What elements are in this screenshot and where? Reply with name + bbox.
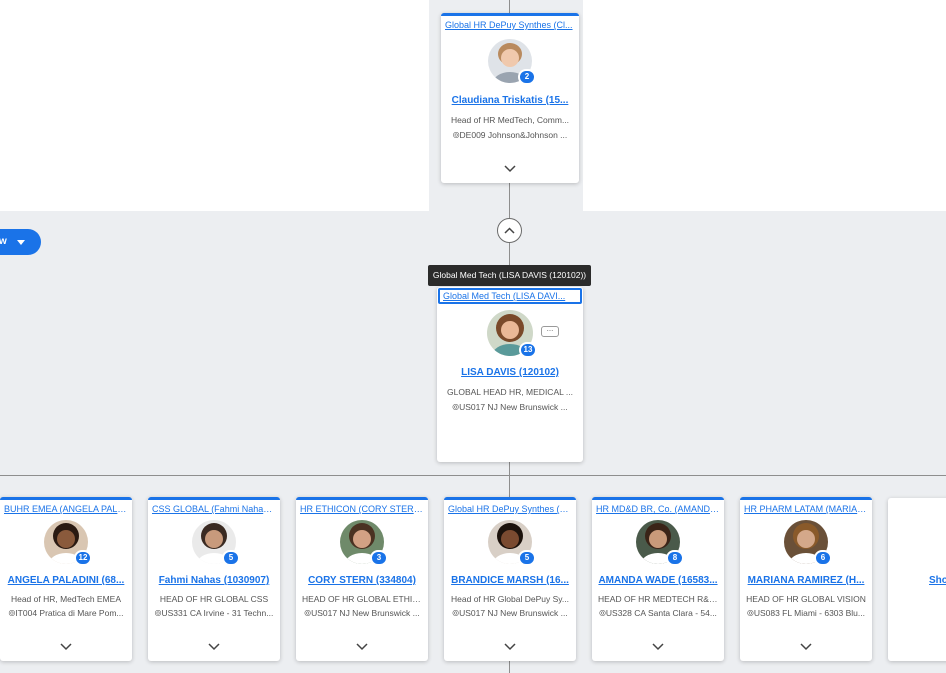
- direct-reports-badge: 3: [370, 550, 388, 566]
- org-unit-link[interactable]: BUHR EMEA (ANGELA PALA...: [0, 500, 132, 514]
- org-card-manager[interactable]: Global HR DePuy Synthes (Cl... 2 Claudia…: [441, 13, 579, 183]
- chevron-up-icon: [504, 227, 515, 234]
- job-title: HEAD OF HR GLOBAL VISION: [746, 594, 866, 604]
- direct-reports-badge: 13: [519, 342, 537, 358]
- org-unit-link[interactable]: Global HR DePuy Synthes (B...: [444, 500, 576, 514]
- org-unit-link[interactable]: Global HR DePuy Synthes (Cl...: [441, 16, 579, 30]
- avatar-container: 5: [192, 520, 240, 566]
- employee-name-link[interactable]: CORY STERN (334804): [296, 575, 428, 586]
- avatar-container: 5: [488, 520, 536, 566]
- location-text: ⦾US083 FL Miami - 6303 Blu...: [747, 608, 865, 618]
- view-button-label: w: [0, 236, 7, 247]
- connector-collapse-to-main: [509, 243, 510, 265]
- employee-name-link[interactable]: AMANDA WADE (16583...: [592, 575, 724, 586]
- location-pin-icon: ⦾: [747, 608, 754, 618]
- direct-reports-badge: 5: [222, 550, 240, 566]
- direct-reports-badge: 8: [666, 550, 684, 566]
- collapse-up-button[interactable]: [497, 218, 522, 243]
- avatar-container: 3: [340, 520, 388, 566]
- org-card-direct-report[interactable]: HR MD&D BR, Co. (AMANDA ... 8 AMANDA WAD…: [592, 497, 724, 661]
- show-more-link[interactable]: Sho: [929, 575, 946, 586]
- location-text: ⦾US017 NJ New Brunswick ...: [452, 608, 568, 618]
- employee-name-link[interactable]: Fahmi Nahas (1030907): [148, 575, 280, 586]
- employee-name-link[interactable]: ANGELA PALADINI (68...: [0, 575, 132, 586]
- job-title: HEAD OF HR MEDTECH R&D ...: [598, 594, 724, 604]
- job-title: HEAD OF HR GLOBAL ETHIC...: [302, 594, 426, 604]
- employee-name-link[interactable]: MARIANA RAMIREZ (H...: [740, 575, 872, 586]
- chevron-down-icon[interactable]: [800, 643, 812, 651]
- direct-reports-badge: 2: [518, 69, 536, 85]
- org-card-direct-report[interactable]: HR ETHICON (CORY STERN (... 3 CORY STERN…: [296, 497, 428, 661]
- chevron-down-icon[interactable]: [504, 643, 516, 651]
- caret-down-icon: [17, 229, 25, 266]
- chevron-down-icon[interactable]: [208, 643, 220, 651]
- org-card-direct-report[interactable]: Global HR DePuy Synthes (B... 5 BRANDICE…: [444, 497, 576, 661]
- direct-reports-badge: 12: [74, 550, 92, 566]
- avatar-container: 12: [44, 520, 92, 566]
- avatar-container: 8: [636, 520, 684, 566]
- children-connector-line: [0, 475, 946, 476]
- org-card-direct-report[interactable]: BUHR EMEA (ANGELA PALA... 12 ANGELA PALA…: [0, 497, 132, 661]
- org-unit-link[interactable]: HR PHARM LATAM (MARIAN...: [740, 500, 872, 514]
- employee-name-link[interactable]: BRANDICE MARSH (16...: [444, 575, 576, 586]
- location-text: ⦾US331 CA Irvine - 31 Techn...: [154, 608, 274, 618]
- direct-reports-badge: 5: [518, 550, 536, 566]
- direct-reports-badge: 6: [814, 550, 832, 566]
- org-card-direct-report[interactable]: HR PHARM LATAM (MARIAN... 6 MARIANA RAMI…: [740, 497, 872, 661]
- location-text: ⦾US328 CA Santa Clara - 54...: [599, 608, 717, 618]
- avatar-container: 2: [488, 39, 536, 85]
- org-card-focused[interactable]: Global Med Tech (LISA DAVI... 13 ... LIS…: [437, 287, 583, 462]
- org-unit-link[interactable]: Global Med Tech (LISA DAVI...: [438, 288, 582, 304]
- org-unit-link[interactable]: HR ETHICON (CORY STERN (...: [296, 500, 428, 514]
- job-title: HEAD OF HR GLOBAL CSS: [159, 594, 269, 604]
- chevron-down-icon[interactable]: [356, 643, 368, 651]
- view-dropdown-button[interactable]: w: [0, 229, 41, 255]
- canvas-region-top-left: [0, 0, 429, 211]
- job-title: Head of HR, MedTech EMEA: [10, 594, 122, 604]
- job-title: Head of HR MedTech, Comm...: [450, 115, 570, 125]
- chevron-down-icon[interactable]: [504, 165, 516, 173]
- location-text: ⦾US017 NJ New Brunswick ...: [452, 402, 568, 412]
- more-options-button[interactable]: ...: [541, 325, 559, 337]
- job-title: Head of HR Global DePuy Sy...: [451, 594, 569, 604]
- avatar-container: 6: [784, 520, 832, 566]
- job-title: GLOBAL HEAD HR, MEDICAL ...: [447, 387, 573, 397]
- location-text: ⦾DE009 Johnson&Johnson ...: [452, 130, 568, 140]
- employee-name-link[interactable]: Claudiana Triskatis (15...: [441, 95, 579, 106]
- location-pin-icon: ⦾: [452, 130, 460, 140]
- canvas-region-top-right: [583, 0, 946, 211]
- chevron-down-icon[interactable]: [60, 643, 72, 651]
- location-pin-icon: ⦾: [599, 608, 606, 618]
- org-card-direct-report[interactable]: CSS GLOBAL (Fahmi Nahas (... 5 Fahmi Nah…: [148, 497, 280, 661]
- org-unit-link[interactable]: HR MD&D BR, Co. (AMANDA ...: [592, 500, 724, 514]
- chevron-down-icon[interactable]: [652, 643, 664, 651]
- avatar-container: 13: [487, 310, 537, 358]
- employee-name-link[interactable]: LISA DAVIS (120102): [437, 367, 583, 378]
- org-name-tooltip: Global Med Tech (LISA DAVIS (120102)): [428, 265, 591, 286]
- org-unit-link[interactable]: CSS GLOBAL (Fahmi Nahas (...: [148, 500, 280, 514]
- location-text: ⦾IT004 Pratica di Mare Pom...: [8, 608, 124, 618]
- location-text: ⦾US017 NJ New Brunswick ...: [304, 608, 420, 618]
